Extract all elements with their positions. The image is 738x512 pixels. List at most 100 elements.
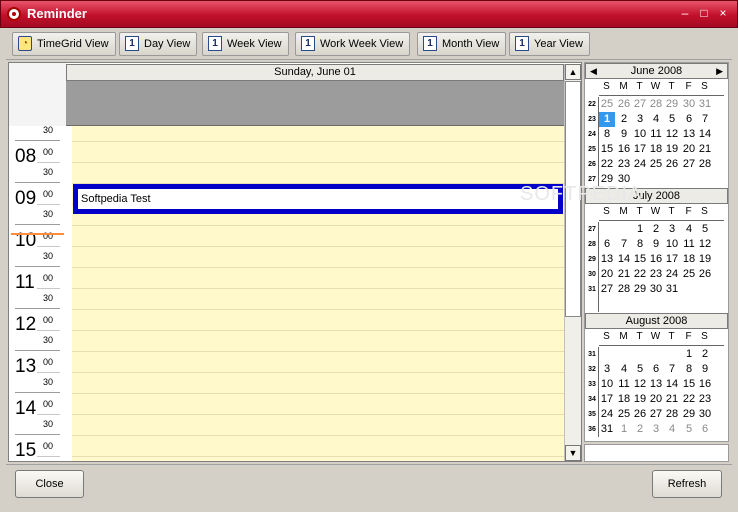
day-cell[interactable]: 9: [648, 237, 664, 252]
day-cell[interactable]: 9: [616, 127, 632, 142]
refresh-button[interactable]: Refresh: [652, 470, 722, 498]
day-cell[interactable]: 4: [616, 362, 632, 377]
vertical-scrollbar[interactable]: ▲ ▼: [564, 64, 581, 461]
day-cell[interactable]: 3: [664, 222, 680, 237]
day-cell[interactable]: 25: [616, 407, 632, 422]
day-cell[interactable]: 16: [697, 377, 713, 392]
day-cell[interactable]: 22: [632, 267, 648, 282]
day-cell[interactable]: 1: [681, 347, 697, 362]
day-cell[interactable]: 5: [632, 362, 648, 377]
day-cell[interactable]: 7: [664, 362, 680, 377]
day-view-button[interactable]: 1 Day View: [119, 32, 198, 56]
day-cell[interactable]: 28: [648, 97, 664, 112]
day-cell[interactable]: 4: [648, 112, 664, 127]
day-cell[interactable]: 28: [664, 407, 680, 422]
day-cell[interactable]: 27: [648, 407, 664, 422]
day-cell[interactable]: 29: [664, 97, 680, 112]
day-cell[interactable]: 13: [599, 252, 615, 267]
day-cell[interactable]: 2: [648, 222, 664, 237]
day-cell[interactable]: 30: [648, 282, 664, 297]
day-cell[interactable]: 19: [664, 142, 680, 157]
day-cell[interactable]: 11: [648, 127, 664, 142]
day-cell[interactable]: 15: [599, 142, 615, 157]
day-cell[interactable]: 6: [697, 422, 713, 437]
day-cell[interactable]: 1: [632, 222, 648, 237]
day-cell[interactable]: 22: [681, 392, 697, 407]
day-cell[interactable]: 15: [681, 377, 697, 392]
day-cell[interactable]: 15: [632, 252, 648, 267]
day-cell[interactable]: 25: [648, 157, 664, 172]
day-cell[interactable]: 3: [599, 362, 615, 377]
month-view-button[interactable]: 1 Month View: [417, 32, 507, 56]
day-cell[interactable]: 17: [599, 392, 615, 407]
day-cell[interactable]: 11: [616, 377, 632, 392]
day-cell[interactable]: 27: [599, 282, 615, 297]
day-cell[interactable]: 5: [697, 222, 713, 237]
day-cell[interactable]: 23: [697, 392, 713, 407]
day-cell[interactable]: 10: [664, 237, 680, 252]
day-cell[interactable]: 12: [697, 237, 713, 252]
day-cell[interactable]: 26: [664, 157, 680, 172]
day-cell[interactable]: 19: [697, 252, 713, 267]
day-cell[interactable]: 8: [599, 127, 615, 142]
work-week-view-button[interactable]: 1 Work Week View: [295, 32, 411, 56]
day-cell[interactable]: 14: [664, 377, 680, 392]
day-cell[interactable]: 1: [599, 112, 615, 127]
day-cell[interactable]: 12: [664, 127, 680, 142]
day-cell[interactable]: 8: [681, 362, 697, 377]
day-cell[interactable]: 16: [648, 252, 664, 267]
day-cell[interactable]: 7: [697, 112, 713, 127]
day-cell[interactable]: 24: [664, 267, 680, 282]
next-month-icon[interactable]: ▶: [716, 64, 723, 78]
day-cell[interactable]: 18: [616, 392, 632, 407]
day-cell[interactable]: 10: [599, 377, 615, 392]
day-cell[interactable]: 29: [681, 407, 697, 422]
day-cell[interactable]: 13: [648, 377, 664, 392]
day-cell[interactable]: 21: [616, 267, 632, 282]
day-cell[interactable]: 28: [697, 157, 713, 172]
day-cell[interactable]: 7: [616, 237, 632, 252]
day-cell[interactable]: 11: [681, 237, 697, 252]
day-cell[interactable]: 2: [697, 347, 713, 362]
day-cell[interactable]: 4: [664, 422, 680, 437]
day-cell[interactable]: 10: [632, 127, 648, 142]
close-button[interactable]: Close: [15, 470, 84, 498]
day-cell[interactable]: 17: [664, 252, 680, 267]
day-cell[interactable]: 26: [632, 407, 648, 422]
day-cell[interactable]: 14: [616, 252, 632, 267]
day-cell[interactable]: 17: [632, 142, 648, 157]
timegrid-view-button[interactable]: ◔ TimeGrid View: [12, 32, 116, 56]
day-cell[interactable]: 2: [616, 112, 632, 127]
mini-calendar-footer-field[interactable]: [584, 444, 729, 462]
day-cell[interactable]: 31: [664, 282, 680, 297]
day-cell[interactable]: 24: [632, 157, 648, 172]
all-day-area[interactable]: [66, 81, 564, 126]
week-view-button[interactable]: 1 Week View: [202, 32, 289, 56]
day-cell[interactable]: 30: [681, 97, 697, 112]
day-cell[interactable]: 20: [648, 392, 664, 407]
appointment[interactable]: Softpedia Test: [73, 184, 563, 214]
day-cell[interactable]: 26: [616, 97, 632, 112]
day-cell[interactable]: 5: [664, 112, 680, 127]
day-cell[interactable]: 23: [648, 267, 664, 282]
day-cell[interactable]: 31: [697, 97, 713, 112]
year-view-button[interactable]: 1 Year View: [509, 32, 590, 56]
day-cell[interactable]: 5: [681, 422, 697, 437]
day-cell[interactable]: 18: [681, 252, 697, 267]
day-cell[interactable]: 24: [599, 407, 615, 422]
day-cell[interactable]: 6: [681, 112, 697, 127]
prev-month-icon[interactable]: ◀: [590, 64, 597, 78]
day-cell[interactable]: 9: [697, 362, 713, 377]
day-cell[interactable]: 2: [632, 422, 648, 437]
day-cell[interactable]: 6: [599, 237, 615, 252]
day-cell[interactable]: 21: [697, 142, 713, 157]
day-cell[interactable]: 3: [632, 112, 648, 127]
day-cell[interactable]: 20: [681, 142, 697, 157]
day-cell[interactable]: 18: [648, 142, 664, 157]
day-cell[interactable]: 29: [632, 282, 648, 297]
day-cell[interactable]: 8: [632, 237, 648, 252]
day-cell[interactable]: 22: [599, 157, 615, 172]
day-cell[interactable]: 28: [616, 282, 632, 297]
day-cell[interactable]: 21: [664, 392, 680, 407]
day-cell[interactable]: 13: [681, 127, 697, 142]
